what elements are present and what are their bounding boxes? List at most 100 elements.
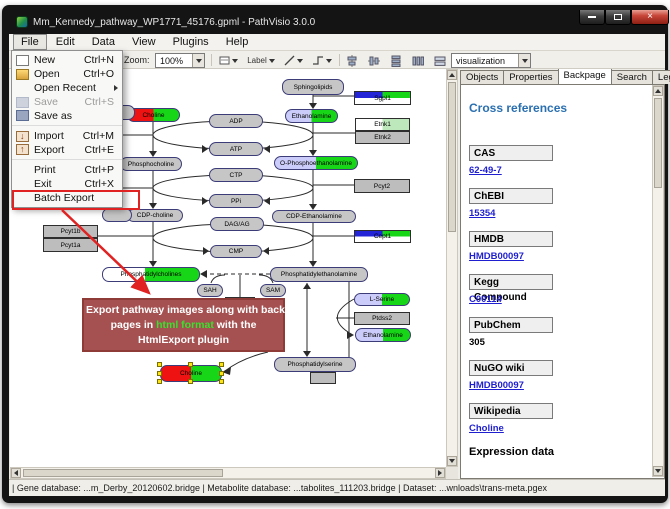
pathway-node-sgpl1[interactable]: Sgpl1 <box>354 91 411 105</box>
pathway-node-pcyt2[interactable]: Pcyt2 <box>354 179 410 193</box>
visualization-combobox[interactable]: visualization <box>451 53 531 68</box>
file-menu-item[interactable]: Open Recent <box>12 81 122 95</box>
selection-handle[interactable] <box>219 379 224 384</box>
selection-handle[interactable] <box>188 379 193 384</box>
xref-value[interactable]: HMDB00097 <box>469 251 649 262</box>
menu-item-shortcut: Ctrl+O <box>83 68 114 80</box>
zoom-combobox[interactable]: 100% <box>155 53 205 68</box>
pathway-node-phosphatidylserine[interactable]: Phosphatidylserine <box>274 357 356 372</box>
sidebar-scroll-down-button[interactable] <box>653 466 663 476</box>
file-menu-item[interactable]: Save as <box>12 109 122 126</box>
sidebar-tab[interactable]: Legend <box>652 70 670 84</box>
pathway-node-partial-mid[interactable] <box>102 208 132 222</box>
datanode-tool-button[interactable] <box>215 53 241 68</box>
selection-handle[interactable] <box>219 362 224 367</box>
file-menu-item[interactable]: Batch Export <box>12 191 122 205</box>
scroll-right-button[interactable] <box>435 468 445 478</box>
menubar-item[interactable]: Plugins <box>165 34 217 50</box>
same-size-button[interactable] <box>431 53 449 68</box>
xref-value[interactable]: 62-49-7 <box>469 165 649 176</box>
pathway-node-pcyt1a[interactable]: Pcyt1a <box>43 238 98 252</box>
selection-handle[interactable] <box>157 371 162 376</box>
pathway-node-ethanolamine-bottom[interactable]: Ethanolamine <box>355 328 411 342</box>
label-tool-button[interactable]: Label <box>245 53 277 68</box>
canvas-vertical-scrollbar[interactable] <box>446 69 458 467</box>
pathway-node-pcyt1b[interactable]: Pcyt1b <box>43 225 98 238</box>
file-menu-item[interactable]: Exit Ctrl+X <box>12 177 122 191</box>
maximize-button[interactable] <box>605 10 631 25</box>
sidebar-scrollbar[interactable] <box>652 85 664 477</box>
selection-handle[interactable] <box>157 379 162 384</box>
menu-item-label: Import <box>34 130 83 142</box>
file-menu-item[interactable]: Import Ctrl+M <box>12 129 122 143</box>
pathway-node-o-phosphoethanolamine[interactable]: O-Phosphoethanolamine <box>274 156 358 170</box>
sidebar-tab[interactable]: Objects <box>460 70 504 84</box>
menubar-item[interactable]: Help <box>218 34 257 50</box>
menubar-item[interactable]: Data <box>84 34 123 50</box>
pathway-node-ctp[interactable]: CTP <box>209 168 263 182</box>
pathway-node-gene-small[interactable] <box>310 372 336 384</box>
xref-value[interactable]: HMDB00097 <box>469 380 649 391</box>
visualization-dropdown-icon[interactable] <box>518 54 530 67</box>
line-tool-button[interactable] <box>281 53 305 68</box>
pathway-node-ethanolamine-top[interactable]: Ethanolamine <box>285 109 338 123</box>
pathway-node-sah[interactable]: SAH <box>197 284 223 297</box>
xref-value[interactable]: Choline <box>469 423 649 434</box>
selection-handle[interactable] <box>219 371 224 376</box>
pathway-node-cept1[interactable]: Cept1 <box>354 230 411 243</box>
pathway-node-cdp-ethanolamine[interactable]: CDP-Ethanolamine <box>272 210 356 223</box>
menubar-item[interactable]: Edit <box>48 34 83 50</box>
sidebar-tab[interactable]: Search <box>611 70 653 84</box>
file-menu-item[interactable]: Save Ctrl+S <box>12 95 122 109</box>
zoom-dropdown-icon[interactable] <box>192 54 204 67</box>
stack-rows-button[interactable] <box>387 53 405 68</box>
pathway-node-phosphatidylethanolamine[interactable]: Phosphatidylethanolamine <box>270 267 368 282</box>
file-menu-item[interactable]: Open Ctrl+O <box>12 67 122 81</box>
pathway-node-dag[interactable]: DAG/AG <box>210 217 264 231</box>
pathway-node-adp[interactable]: ADP <box>209 114 263 128</box>
stack-columns-button[interactable] <box>409 53 427 68</box>
canvas-horizontal-scrollbar[interactable] <box>10 467 446 479</box>
close-button[interactable]: × <box>631 10 669 25</box>
xref-value[interactable]: C00114 <box>469 294 649 305</box>
pathway-node-sam[interactable]: SAM <box>260 284 286 297</box>
pathway-node-phosphocholine[interactable]: Phosphocholine <box>120 157 182 171</box>
vertical-scroll-thumb[interactable] <box>448 82 456 232</box>
file-menu-item[interactable]: Export Ctrl+E <box>12 143 122 160</box>
align-center-button[interactable] <box>343 53 361 68</box>
selection-handle[interactable] <box>188 362 193 367</box>
sidebar-scroll-thumb[interactable] <box>654 98 662 188</box>
pathway-node-phosphatidylcholines[interactable]: Phosphatidylcholines <box>102 267 200 282</box>
pathway-node-sphingolipids[interactable]: Sphingolipids <box>282 79 344 95</box>
pathway-node-etnk2[interactable]: Etnk2 <box>355 131 410 144</box>
file-menu-item[interactable]: New Ctrl+N <box>12 53 122 67</box>
pathway-node-ptdss2[interactable]: Ptdss2 <box>354 312 410 325</box>
pathway-node-cdp-choline[interactable]: CDP-choline <box>127 209 183 222</box>
xref-value[interactable]: 15354 <box>469 208 649 219</box>
pathway-node-ppi[interactable]: PPi <box>209 194 263 208</box>
sidebar-scroll-up-button[interactable] <box>653 86 663 96</box>
xref-section: Kegg Compound C00114 <box>469 274 649 305</box>
sidebar-tab[interactable]: Backpage <box>558 68 612 84</box>
connector-tool-button[interactable] <box>309 53 335 68</box>
xref-value[interactable]: 305 <box>469 337 649 348</box>
menu-item-icon <box>16 55 29 66</box>
pathway-node-etnk1[interactable]: Etnk1 <box>355 118 410 131</box>
horizontal-scroll-thumb[interactable] <box>23 469 223 477</box>
scroll-up-button[interactable] <box>447 70 457 80</box>
pathway-node-atp[interactable]: ATP <box>209 142 263 156</box>
menubar-item[interactable]: File <box>13 34 47 50</box>
menu-item-label: Print <box>34 164 85 176</box>
menu-item-shortcut: Ctrl+N <box>84 54 114 66</box>
pathway-node-cmp[interactable]: CMP <box>210 245 262 258</box>
minimize-button[interactable] <box>579 10 605 25</box>
menubar-item[interactable]: View <box>124 34 164 50</box>
align-middle-button[interactable] <box>365 53 383 68</box>
scroll-down-button[interactable] <box>447 456 457 466</box>
menu-item-shortcut: Ctrl+S <box>85 96 114 108</box>
sidebar-tab[interactable]: Properties <box>503 70 558 84</box>
selection-handle[interactable] <box>157 362 162 367</box>
scroll-left-button[interactable] <box>11 468 21 478</box>
file-menu-item[interactable]: Print Ctrl+P <box>12 163 122 177</box>
pathway-node-l-serine[interactable]: L-Serine <box>354 293 410 306</box>
